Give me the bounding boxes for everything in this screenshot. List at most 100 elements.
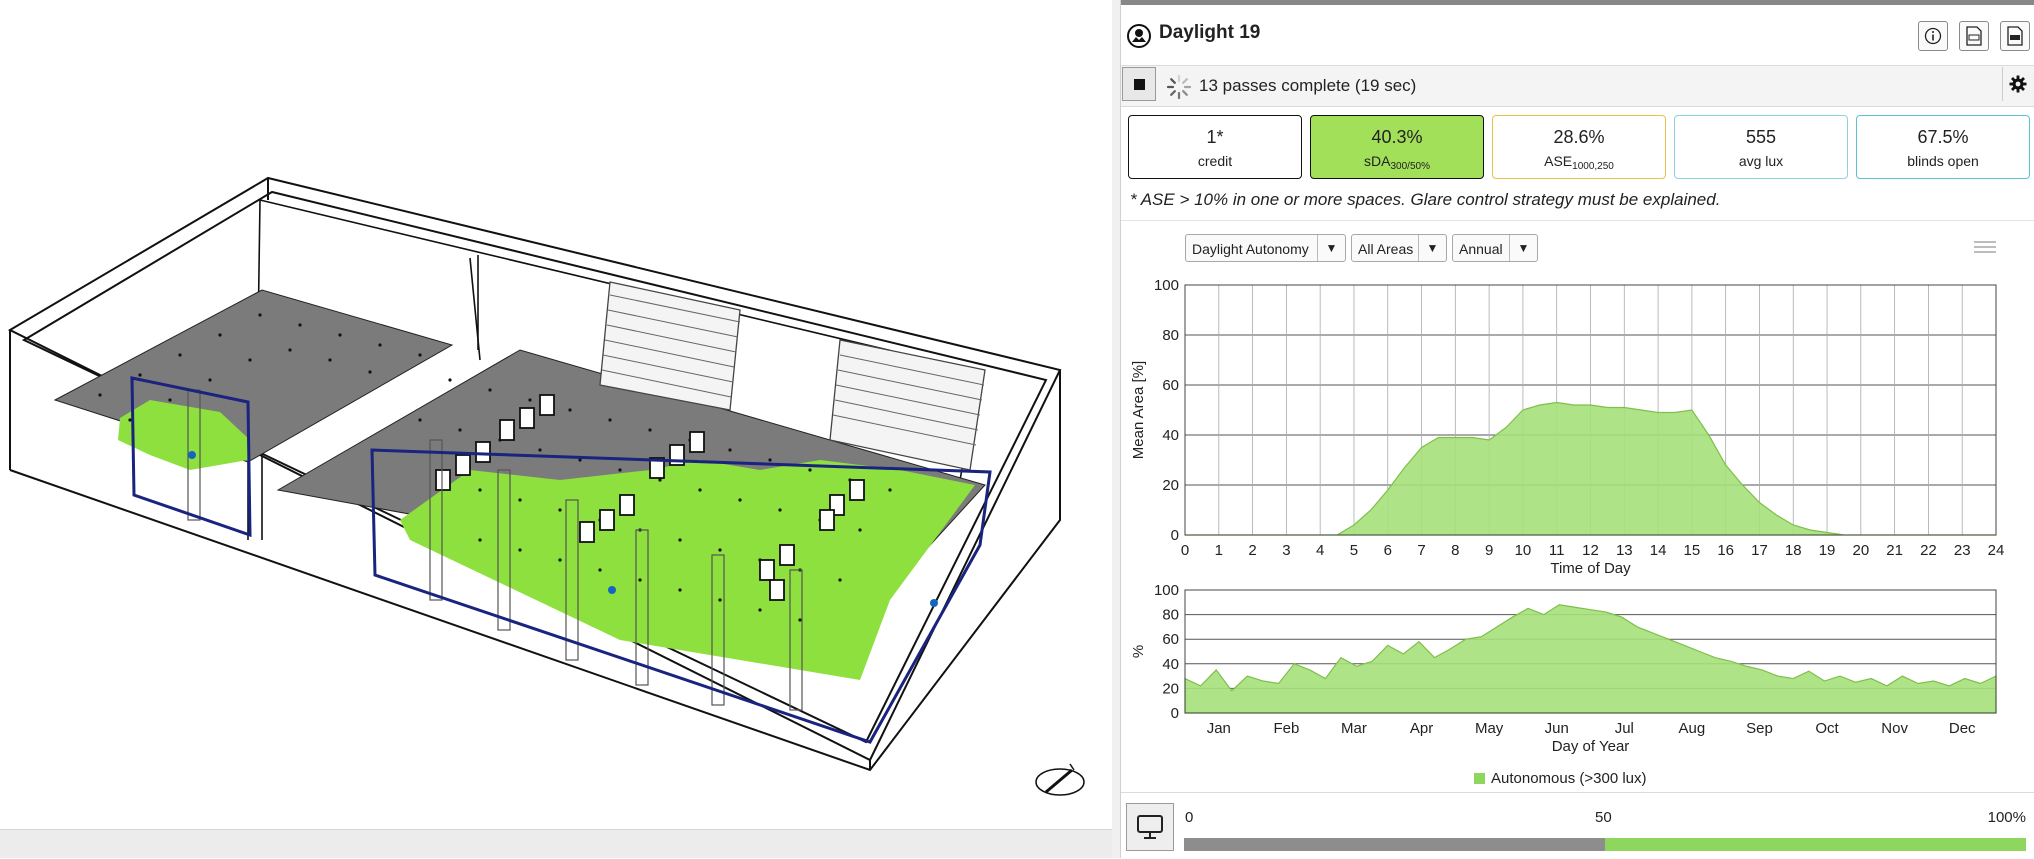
y-tick-label: 0 — [1171, 527, 1179, 544]
x-tick-label: 19 — [1819, 542, 1836, 559]
blinds-open-card[interactable]: 67.5% blinds open — [1856, 115, 2030, 179]
scale-max-label: 100% — [1987, 809, 2026, 826]
y-tick-label: 80 — [1162, 607, 1179, 624]
chevron-down-icon: ▼ — [1509, 235, 1537, 261]
x-tick-label: 22 — [1920, 542, 1937, 559]
daylight-panel: Daylight 19 13 passes complete (19 sec) … — [1121, 0, 2034, 858]
y-axis-label: % — [1130, 645, 1147, 658]
series-area — [1185, 401, 1996, 536]
series-area — [1184, 604, 1997, 714]
y-tick-label: 100 — [1154, 277, 1179, 294]
y-axis-label: Mean Area [%] — [1130, 361, 1147, 459]
settings-button[interactable] — [2002, 67, 2033, 101]
daylight-app-icon — [1127, 24, 1151, 48]
x-tick-label: Oct — [1815, 720, 1839, 737]
legend-label: Autonomous (>300 lux) — [1491, 770, 1647, 787]
panel-splitter[interactable] — [1112, 0, 1121, 858]
day-of-year-chart: 0 20 40 60 80 100 Jan Feb Mar Apr May Jun Jul Aug Sep O… — [1130, 582, 1997, 755]
panel-title: Daylight 19 — [1159, 22, 1261, 43]
progress-spinner-icon — [1166, 74, 1192, 100]
y-tick-label: 60 — [1162, 377, 1179, 394]
x-tick-label: 1 — [1215, 542, 1223, 559]
ase-label: ASE1000,250 — [1544, 153, 1614, 172]
divider — [1121, 220, 2034, 221]
status-text: 13 passes complete (19 sec) — [1199, 76, 1417, 95]
sda-label: sDA300/50% — [1364, 153, 1430, 172]
color-scale-bar: 0 50 100% — [1121, 792, 2034, 859]
north-compass-icon[interactable] — [1034, 762, 1086, 798]
blinds-open-label: blinds open — [1907, 153, 1979, 169]
x-tick-label: 5 — [1350, 542, 1358, 559]
x-tick-label: 2 — [1248, 542, 1256, 559]
x-tick-label: Apr — [1410, 720, 1433, 737]
legend-swatch — [1474, 773, 1485, 784]
x-tick-label: 12 — [1582, 542, 1599, 559]
scale-green-segment — [1605, 838, 2026, 851]
x-tick-label: 0 — [1181, 542, 1189, 559]
x-tick-label: Jul — [1615, 720, 1634, 737]
sda-card[interactable]: 40.3% sDA300/50% — [1310, 115, 1484, 179]
y-tick-label: 60 — [1162, 631, 1179, 648]
display-mode-button[interactable] — [1126, 803, 1174, 851]
export-pdf-button[interactable] — [2000, 21, 2030, 51]
x-tick-label: 6 — [1384, 542, 1392, 559]
x-tick-label: 8 — [1451, 542, 1459, 559]
x-tick-label: 9 — [1485, 542, 1493, 559]
avg-lux-label: avg lux — [1738, 153, 1784, 169]
scale-gray-segment — [1184, 838, 1605, 851]
x-tick-label: Feb — [1273, 720, 1299, 737]
period-select[interactable]: Annual ▼ — [1452, 234, 1538, 262]
x-tick-label: Sep — [1746, 720, 1773, 737]
metric-select[interactable]: Daylight Autonomy ▼ — [1185, 234, 1346, 262]
x-tick-label: 13 — [1616, 542, 1633, 559]
x-tick-label: 17 — [1751, 542, 1768, 559]
x-tick-label: 21 — [1886, 542, 1903, 559]
chevron-down-icon: ▼ — [1317, 235, 1345, 261]
credit-card[interactable]: 1* credit — [1128, 115, 1302, 179]
x-tick-label: Mar — [1341, 720, 1367, 737]
scale-mid-label: 50 — [1595, 809, 1612, 826]
area-select[interactable]: All Areas ▼ — [1351, 234, 1447, 262]
period-select-value: Annual — [1459, 241, 1503, 257]
y-tick-label: 20 — [1162, 477, 1179, 494]
x-axis-label: Day of Year — [1552, 738, 1630, 755]
chart-menu-icon[interactable] — [1974, 238, 1996, 258]
x-tick-label: Jun — [1545, 720, 1569, 737]
credit-value: 1* — [1206, 127, 1224, 147]
x-tick-label: 23 — [1954, 542, 1971, 559]
x-tick-label: May — [1475, 720, 1504, 737]
stop-button[interactable] — [1122, 67, 1156, 101]
csv-icon — [1966, 26, 1982, 46]
info-button[interactable] — [1918, 21, 1948, 51]
ase-value: 28.6% — [1553, 127, 1605, 147]
info-icon — [1924, 27, 1942, 45]
y-tick-label: 0 — [1171, 705, 1179, 722]
y-tick-label: 40 — [1162, 656, 1179, 673]
panel-header: Daylight 19 — [1121, 5, 2034, 66]
building-3d-model[interactable] — [0, 0, 1112, 830]
x-tick-label: 16 — [1717, 542, 1734, 559]
gear-icon — [2009, 75, 2027, 93]
x-axis-label: Time of Day — [1550, 560, 1631, 577]
y-tick-label: 80 — [1162, 327, 1179, 344]
area-select-value: All Areas — [1358, 241, 1414, 257]
charts-area: 0204060801000 1 2 3 4 5 6 7 8 9 10 11 12 13 14 15 16 17 18… — [1130, 277, 2005, 755]
pdf-icon — [2007, 26, 2023, 46]
ase-card[interactable]: 28.6% ASE1000,250 — [1492, 115, 1666, 179]
model-viewport[interactable] — [0, 0, 1113, 858]
x-tick-label: Dec — [1949, 720, 1976, 737]
x-tick-label: Jan — [1207, 720, 1231, 737]
avg-lux-card[interactable]: 555 avg lux — [1674, 115, 1848, 179]
x-tick-label: Nov — [1881, 720, 1908, 737]
scale-track[interactable] — [1184, 838, 2026, 851]
x-tick-label: 10 — [1515, 542, 1532, 559]
simulation-status-row: 13 passes complete (19 sec) — [1121, 66, 2034, 107]
avg-lux-value: 555 — [1745, 127, 1777, 147]
x-tick-label: Aug — [1679, 720, 1706, 737]
stop-icon — [1133, 78, 1145, 90]
y-tick-label: 20 — [1162, 680, 1179, 697]
sda-value: 40.3% — [1371, 127, 1423, 147]
export-csv-button[interactable] — [1959, 21, 1989, 51]
x-tick-label: 24 — [1988, 542, 2005, 559]
chart-legend[interactable]: Autonomous (>300 lux) — [1474, 770, 1647, 787]
